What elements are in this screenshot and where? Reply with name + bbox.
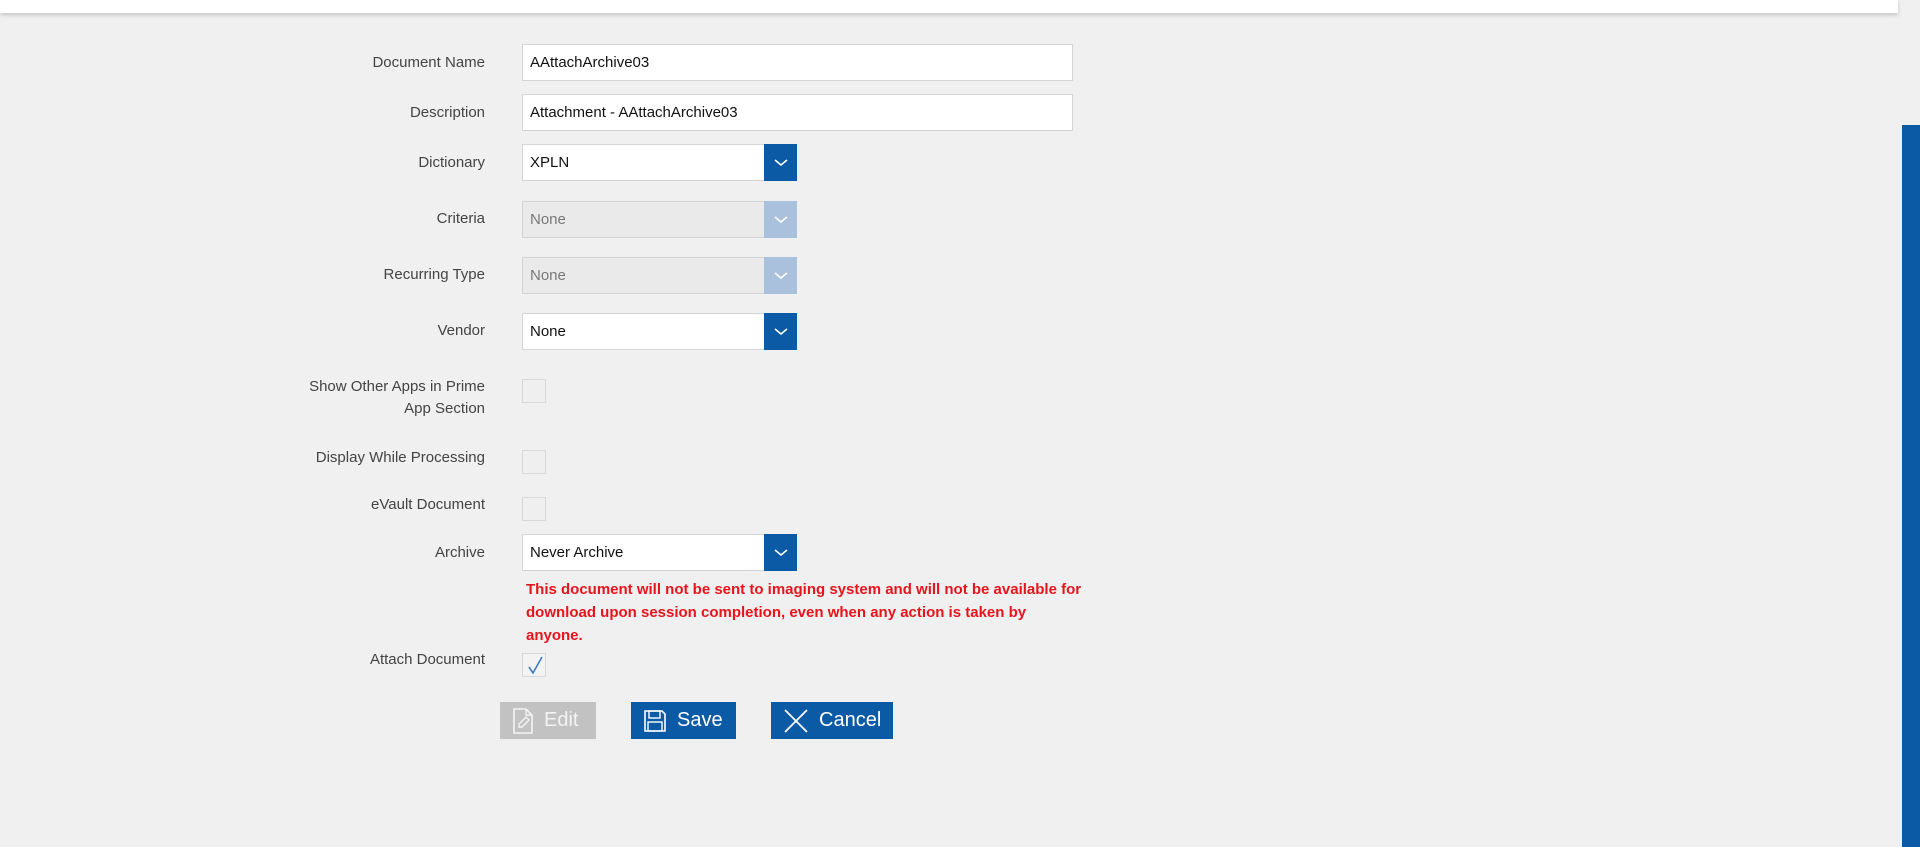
document-name-input[interactable]: AAttachArchive03	[522, 44, 1073, 81]
save-button[interactable]: Save	[631, 702, 736, 739]
dictionary-value: XPLN	[530, 154, 570, 171]
save-button-label: Save	[677, 709, 723, 731]
vendor-label: Vendor	[437, 322, 485, 339]
floppy-disk-icon	[643, 709, 667, 733]
archive-label: Archive	[434, 544, 485, 561]
archive-warning-line2: download upon session completion, even w…	[526, 604, 1027, 644]
criteria-label: Criteria	[436, 210, 485, 227]
dictionary-dropdown-button[interactable]	[764, 144, 797, 181]
show-other-apps-checkbox[interactable]	[522, 379, 546, 403]
archive-warning-line1: This document will not be sent to imagin…	[526, 581, 1082, 598]
checkmark-icon	[528, 656, 543, 675]
description-input[interactable]: Attachment - AAttachArchive03	[522, 94, 1073, 131]
display-while-processing-checkbox[interactable]	[522, 450, 546, 474]
archive-select[interactable]: Never Archive	[522, 534, 797, 571]
archive-value: Never Archive	[530, 544, 624, 561]
vendor-select[interactable]: None	[522, 313, 797, 350]
criteria-select: None	[522, 201, 797, 238]
x-icon	[783, 708, 809, 734]
edit-button-label: Edit	[544, 709, 579, 731]
document-name-label: Document Name	[372, 54, 485, 71]
criteria-dropdown-button	[764, 201, 797, 238]
archive-warning-message: This document will not be sent to imagin…	[526, 578, 1086, 647]
show-other-apps-label-line1: Show Other Apps in Prime	[309, 378, 485, 395]
attach-document-label: Attach Document	[369, 651, 485, 668]
vendor-dropdown-button[interactable]	[764, 313, 797, 350]
chevron-down-icon	[773, 548, 788, 556]
cancel-button-label: Cancel	[819, 709, 882, 731]
right-scroll-bar[interactable]	[1902, 125, 1920, 847]
recurring-type-dropdown-button	[764, 257, 797, 294]
archive-dropdown-button[interactable]	[764, 534, 797, 571]
attach-document-checkbox[interactable]	[522, 653, 546, 677]
chevron-down-icon	[773, 327, 788, 335]
cancel-button[interactable]: Cancel	[771, 702, 893, 739]
display-while-processing-label: Display While Processing	[315, 449, 485, 466]
show-other-apps-label-line2: App Section	[404, 400, 485, 417]
chevron-down-icon	[773, 215, 788, 223]
dictionary-label: Dictionary	[418, 154, 485, 171]
chevron-down-icon	[773, 158, 788, 166]
show-other-apps-label: Show Other Apps in Prime App Section	[245, 376, 485, 420]
recurring-type-select: None	[522, 257, 797, 294]
evault-document-checkbox[interactable]	[522, 497, 546, 521]
description-label: Description	[409, 104, 485, 121]
chevron-down-icon	[773, 271, 788, 279]
top-header-bar	[0, 0, 1898, 13]
pencil-document-icon	[512, 707, 534, 734]
evault-document-label: eVault Document	[371, 496, 485, 513]
criteria-value: None	[530, 211, 566, 228]
vendor-value: None	[530, 323, 566, 340]
dictionary-select[interactable]: XPLN	[522, 144, 797, 181]
edit-button[interactable]: Edit	[500, 702, 596, 739]
recurring-type-label: Recurring Type	[383, 266, 485, 283]
recurring-type-value: None	[530, 267, 566, 284]
